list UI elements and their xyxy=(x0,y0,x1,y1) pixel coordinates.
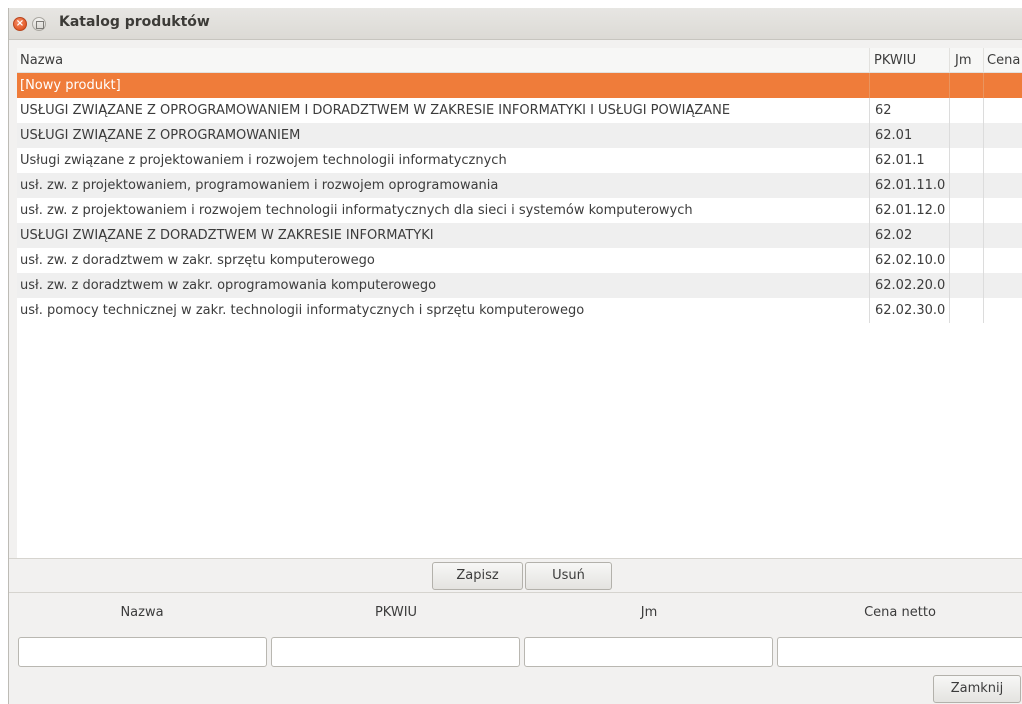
pkwiu-label: PKWIU xyxy=(374,605,418,620)
cell-jm xyxy=(949,73,983,98)
pkwiu-field[interactable] xyxy=(271,637,520,667)
cell-jm xyxy=(949,223,983,248)
cell-pkwiu: 62.01.11.0 xyxy=(869,173,949,198)
cell-cena xyxy=(983,173,1022,198)
cell-pkwiu: 62.02.10.0 xyxy=(869,248,949,273)
table-body: [Nowy produkt] USŁUGI ZWIĄZANE Z OPROGRAM… xyxy=(17,73,1022,323)
column-header-pkwiu[interactable]: PKWIU xyxy=(869,48,949,73)
cell-nazwa: usł. zw. z doradztwem w zakr. oprogramow… xyxy=(20,278,437,293)
cell-pkwiu: 62.01 xyxy=(869,123,949,148)
column-header-cena[interactable]: Cena xyxy=(983,48,1022,73)
cell-jm xyxy=(949,148,983,173)
table-header: Nazwa PKWIU Jm Cena xyxy=(17,48,1022,73)
column-header-jm[interactable]: Jm xyxy=(949,48,983,73)
close-button[interactable]: Zamknij xyxy=(933,675,1021,703)
cell-cena xyxy=(983,273,1022,298)
cell-jm xyxy=(949,298,983,323)
cell-jm xyxy=(949,198,983,223)
products-table: Nazwa PKWIU Jm Cena [Nowy produkt] USŁUGI… xyxy=(17,48,1022,558)
cell-nazwa: USŁUGI ZWIĄZANE Z OPROGRAMOWANIEM xyxy=(20,128,301,143)
nazwa-label: Nazwa xyxy=(120,605,164,620)
cell-pkwiu: 62.01.1 xyxy=(869,148,949,173)
table-row[interactable]: usł. zw. z doradztwem w zakr. oprogramow… xyxy=(17,273,1022,298)
close-window-icon[interactable]: × xyxy=(13,17,27,31)
cena-netto-field[interactable] xyxy=(777,637,1022,667)
cell-jm xyxy=(949,123,983,148)
cell-cena xyxy=(983,123,1022,148)
product-catalog-window: × Katalog produktów Nazwa PKWIU Jm Cena … xyxy=(8,8,1022,704)
product-form: Nazwa PKWIU Jm Cena netto Zamknij xyxy=(9,592,1022,704)
table-row[interactable]: Usługi związane z projektowaniem i rozwo… xyxy=(17,148,1022,173)
cell-pkwiu xyxy=(869,73,949,98)
cell-jm xyxy=(949,98,983,123)
cell-nazwa: usł. zw. z doradztwem w zakr. sprzętu ko… xyxy=(20,253,375,268)
cell-jm xyxy=(949,173,983,198)
cell-pkwiu: 62.02.20.0 xyxy=(869,273,949,298)
column-header-nazwa[interactable]: Nazwa xyxy=(17,48,869,73)
table-row[interactable]: usł. zw. z projektowaniem i rozwojem tec… xyxy=(17,198,1022,223)
save-button[interactable]: Zapisz xyxy=(432,562,523,590)
cell-pkwiu: 62 xyxy=(869,98,949,123)
table-row[interactable]: USŁUGI ZWIĄZANE Z OPROGRAMOWANIEM 62.01 xyxy=(17,123,1022,148)
cell-nazwa: usł. pomocy technicznej w zakr. technolo… xyxy=(20,303,585,318)
cell-pkwiu: 62.02 xyxy=(869,223,949,248)
cell-cena xyxy=(983,148,1022,173)
cell-jm xyxy=(949,273,983,298)
table-row[interactable]: usł. zw. z projektowaniem, programowanie… xyxy=(17,173,1022,198)
table-row[interactable]: USŁUGI ZWIĄZANE Z OPROGRAMOWANIEM I DORA… xyxy=(17,98,1022,123)
cell-jm xyxy=(949,248,983,273)
cell-pkwiu: 62.02.30.0 xyxy=(869,298,949,323)
title-bar: × Katalog produktów xyxy=(9,8,1022,40)
cell-cena xyxy=(983,73,1022,98)
cell-cena xyxy=(983,223,1022,248)
action-bar: Zapisz Usuń xyxy=(9,558,1022,592)
table-row[interactable]: usł. zw. z doradztwem w zakr. sprzętu ko… xyxy=(17,248,1022,273)
cell-nazwa: [Nowy produkt] xyxy=(20,78,121,93)
cell-nazwa: USŁUGI ZWIĄZANE Z OPROGRAMOWANIEM I DORA… xyxy=(20,103,731,118)
delete-button[interactable]: Usuń xyxy=(525,562,612,590)
window-title: Katalog produktów xyxy=(59,14,210,30)
cell-cena xyxy=(983,248,1022,273)
jm-field[interactable] xyxy=(524,637,773,667)
cell-cena xyxy=(983,98,1022,123)
nazwa-field[interactable] xyxy=(18,637,267,667)
cell-nazwa: usł. zw. z projektowaniem i rozwojem tec… xyxy=(20,203,693,218)
cell-cena xyxy=(983,198,1022,223)
cell-cena xyxy=(983,298,1022,323)
maximize-window-icon[interactable] xyxy=(32,17,46,31)
cell-nazwa: usł. zw. z projektowaniem, programowanie… xyxy=(20,178,499,193)
cell-pkwiu: 62.01.12.0 xyxy=(869,198,949,223)
cell-nazwa: Usługi związane z projektowaniem i rozwo… xyxy=(20,153,507,168)
table-row[interactable]: usł. pomocy technicznej w zakr. technolo… xyxy=(17,298,1022,323)
table-row[interactable]: USŁUGI ZWIĄZANE Z DORADZTWEM W ZAKRESIE … xyxy=(17,223,1022,248)
jm-label: Jm xyxy=(640,605,658,620)
table-row[interactable]: [Nowy produkt] xyxy=(17,73,1022,98)
cell-nazwa: USŁUGI ZWIĄZANE Z DORADZTWEM W ZAKRESIE … xyxy=(20,228,434,243)
cena-netto-label: Cena netto xyxy=(864,605,936,620)
